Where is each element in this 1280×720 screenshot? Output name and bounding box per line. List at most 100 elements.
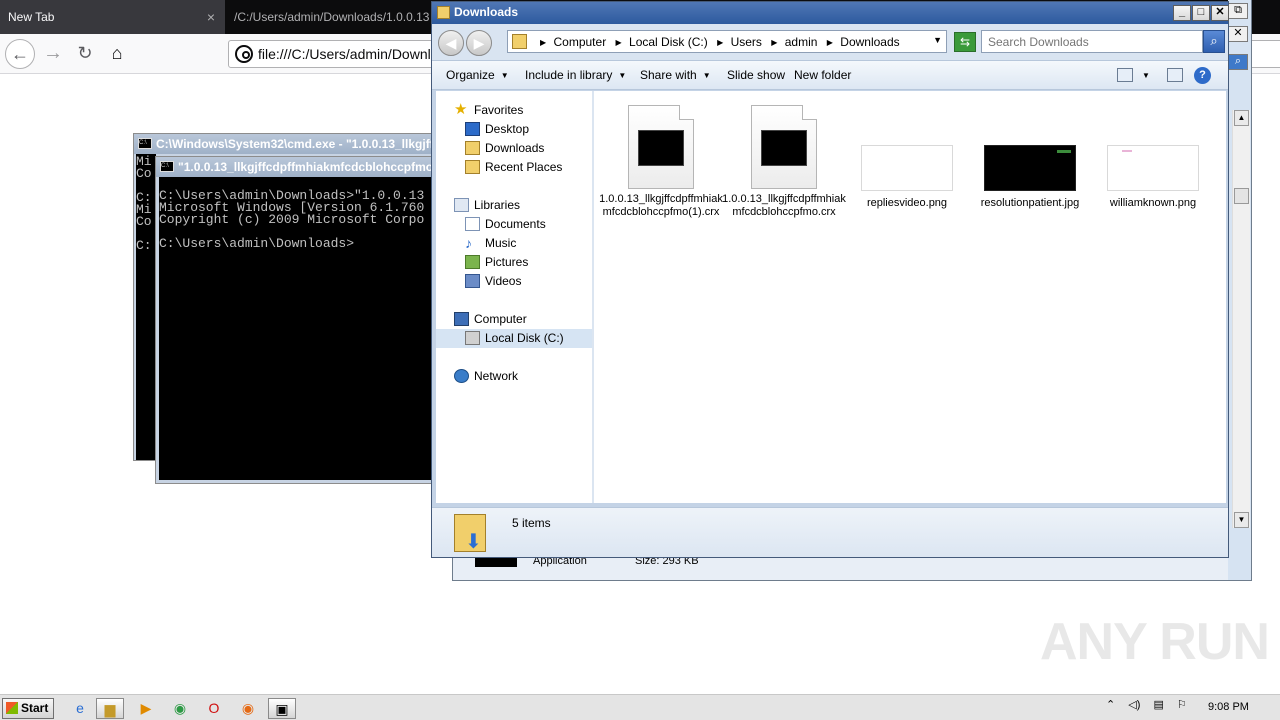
- explorer-taskbar-icon[interactable]: ▆: [96, 698, 124, 719]
- refresh-icon[interactable]: ⇆: [954, 32, 976, 52]
- reload-icon[interactable]: ↻: [70, 39, 100, 69]
- show-hidden-icons-icon[interactable]: ⌃: [1106, 698, 1115, 711]
- chevron-down-icon[interactable]: ▼: [933, 35, 942, 45]
- explorer-title-bar[interactable]: Downloads _ □ ✕: [432, 2, 1229, 24]
- change-view-icon[interactable]: [1117, 68, 1133, 82]
- taskbar: Start e ▆ ▶ ◉ O ◉ ▣ ⌃ ◁) ▤ ⚐ 9:08 PM: [0, 694, 1280, 720]
- tab-label: /C:/Users/admin/Downloads/1.0.0.13: [234, 10, 430, 24]
- scrollbar[interactable]: ▲ ▼: [1232, 110, 1250, 528]
- volume-icon[interactable]: ◁): [1128, 698, 1140, 711]
- hidden-window-edge: ⧉ ✕ ⌕ ▲ ▼: [1228, 0, 1252, 580]
- documents-icon: [465, 217, 480, 231]
- music-icon: ♪: [465, 235, 472, 251]
- cmd-icon: C:\: [160, 161, 174, 172]
- internet-explorer-icon[interactable]: e: [66, 698, 94, 719]
- cmd-icon: C:\: [138, 138, 152, 149]
- folder-icon: [437, 6, 450, 19]
- address-bar[interactable]: ▶ Computer ▶ Local Disk (C:) ▶ Users ▶ a…: [507, 30, 947, 53]
- close-tab-icon[interactable]: ×: [207, 0, 215, 34]
- item-count: 5 items: [512, 516, 551, 530]
- search-icon[interactable]: ⌕: [1228, 54, 1248, 70]
- breadcrumb-admin[interactable]: admin: [785, 35, 818, 49]
- system-tray: ⌃ ◁) ▤ ⚐: [1106, 698, 1197, 711]
- chevron-right-icon[interactable]: ▶: [540, 38, 546, 47]
- back-arrow-icon[interactable]: ←: [5, 39, 35, 69]
- include-in-library-button[interactable]: Include in library ▼: [525, 68, 626, 82]
- file-item[interactable]: 1.0.0.13_llkgjffcdpffmhiakmfcdcblohccpfm…: [722, 105, 846, 219]
- console-line: Co: [136, 166, 152, 181]
- file-item[interactable]: repliesvideo.png: [845, 105, 969, 210]
- slide-show-button[interactable]: Slide show: [727, 68, 785, 82]
- help-icon[interactable]: ?: [1194, 67, 1211, 84]
- computer-icon: [454, 312, 469, 326]
- nav-local-disk[interactable]: Local Disk (C:): [436, 329, 592, 348]
- scroll-up-icon[interactable]: ▲: [1234, 110, 1249, 126]
- preview-pane-icon[interactable]: [1167, 68, 1183, 82]
- search-field[interactable]: [981, 30, 1203, 53]
- close-button[interactable]: ✕: [1211, 5, 1229, 21]
- breadcrumb-local-disk[interactable]: Local Disk (C:): [629, 35, 708, 49]
- cmd-taskbar-icon[interactable]: ▣: [268, 698, 296, 719]
- network-tray-icon[interactable]: ▤: [1153, 698, 1163, 711]
- opera-icon[interactable]: O: [200, 698, 228, 719]
- cmd-title-bar[interactable]: C:\ C:\Windows\System32\cmd.exe - "1.0.0…: [134, 134, 432, 154]
- chrome-icon[interactable]: ◉: [166, 698, 194, 719]
- file-name: 1.0.0.13_llkgjffcdpffmhiakmfcdcblohccpfm…: [722, 193, 846, 218]
- file-name: repliesvideo.png: [866, 197, 948, 209]
- maximize-button[interactable]: □: [1192, 5, 1210, 21]
- file-item[interactable]: 1.0.0.13_llkgjffcdpffmhiakmfcdcblohccpfm…: [599, 105, 723, 219]
- star-icon: ★: [454, 101, 468, 118]
- info-icon[interactable]: [235, 45, 253, 63]
- browser-tab-new-tab[interactable]: New Tab ×: [0, 0, 225, 34]
- hard-disk-icon: [465, 331, 480, 345]
- cmd-window-front[interactable]: C:\ "1.0.0.13_llkgjffcdpffmhiakmfcdcbloh…: [155, 156, 435, 484]
- chevron-right-icon[interactable]: ▶: [717, 38, 723, 47]
- file-name: 1.0.0.13_llkgjffcdpffmhiakmfcdcblohccpfm…: [599, 193, 723, 218]
- close-icon[interactable]: ✕: [1228, 26, 1248, 42]
- start-button[interactable]: Start: [2, 698, 54, 719]
- chevron-down-icon: ▼: [500, 71, 509, 80]
- chevron-down-icon: ▼: [618, 71, 627, 80]
- downloads-folder-icon: [454, 514, 486, 554]
- pictures-icon: [465, 255, 480, 269]
- chevron-right-icon[interactable]: ▶: [827, 38, 833, 47]
- image-thumbnail: [984, 145, 1076, 191]
- firefox-icon[interactable]: ◉: [234, 698, 262, 719]
- chevron-right-icon[interactable]: ▶: [616, 38, 622, 47]
- desktop-icon: [465, 122, 480, 136]
- breadcrumb-downloads[interactable]: Downloads: [840, 35, 899, 49]
- crx-file-icon: [751, 105, 817, 189]
- minimize-button[interactable]: _: [1173, 5, 1191, 21]
- restore-icon[interactable]: ⧉: [1228, 3, 1248, 19]
- chevron-right-icon[interactable]: ▶: [771, 38, 777, 47]
- chevron-down-icon: ▼: [702, 71, 711, 80]
- scroll-thumb[interactable]: [1234, 188, 1249, 204]
- home-icon[interactable]: ⌂: [102, 39, 132, 69]
- back-arrow-icon[interactable]: ◀: [438, 30, 464, 56]
- cmd-console[interactable]: Mi Co C: Mi Co C:: [136, 154, 156, 460]
- forward-arrow-icon[interactable]: →: [38, 39, 68, 69]
- search-input[interactable]: [988, 32, 1198, 52]
- browser-tab-file[interactable]: /C:/Users/admin/Downloads/1.0.0.13: [226, 0, 436, 34]
- organize-button[interactable]: Organize ▼: [446, 68, 509, 82]
- file-name: resolutionpatient.jpg: [980, 197, 1080, 209]
- action-center-flag-icon[interactable]: ⚐: [1177, 698, 1187, 711]
- forward-arrow-icon[interactable]: ▶: [466, 30, 492, 56]
- cmd-console[interactable]: C:\Users\admin\Downloads>"1.0.0.13 Micro…: [159, 177, 431, 480]
- console-line: C:: [136, 238, 152, 253]
- breadcrumb-computer[interactable]: Computer: [554, 35, 607, 49]
- search-icon[interactable]: ⌕: [1203, 30, 1225, 53]
- downloads-folder-icon: [465, 141, 480, 155]
- media-player-icon[interactable]: ▶: [132, 698, 160, 719]
- cmd-title-bar[interactable]: C:\ "1.0.0.13_llkgjffcdpffmhiakmfcdcbloh…: [156, 157, 434, 177]
- breadcrumb-users[interactable]: Users: [731, 35, 762, 49]
- share-with-button[interactable]: Share with ▼: [640, 68, 711, 82]
- scroll-down-icon[interactable]: ▼: [1234, 512, 1249, 528]
- chevron-down-icon[interactable]: ▼: [1142, 71, 1150, 80]
- anyrun-watermark: ANY RUN: [1040, 613, 1270, 671]
- new-folder-button[interactable]: New folder: [794, 68, 851, 82]
- cmd-title: "1.0.0.13_llkgjffcdpffmhiakmfcdcblohccpf…: [178, 160, 434, 174]
- file-item[interactable]: resolutionpatient.jpg: [968, 105, 1092, 210]
- clock[interactable]: 9:08 PM: [1208, 701, 1249, 713]
- file-item[interactable]: williamknown.png: [1091, 105, 1215, 210]
